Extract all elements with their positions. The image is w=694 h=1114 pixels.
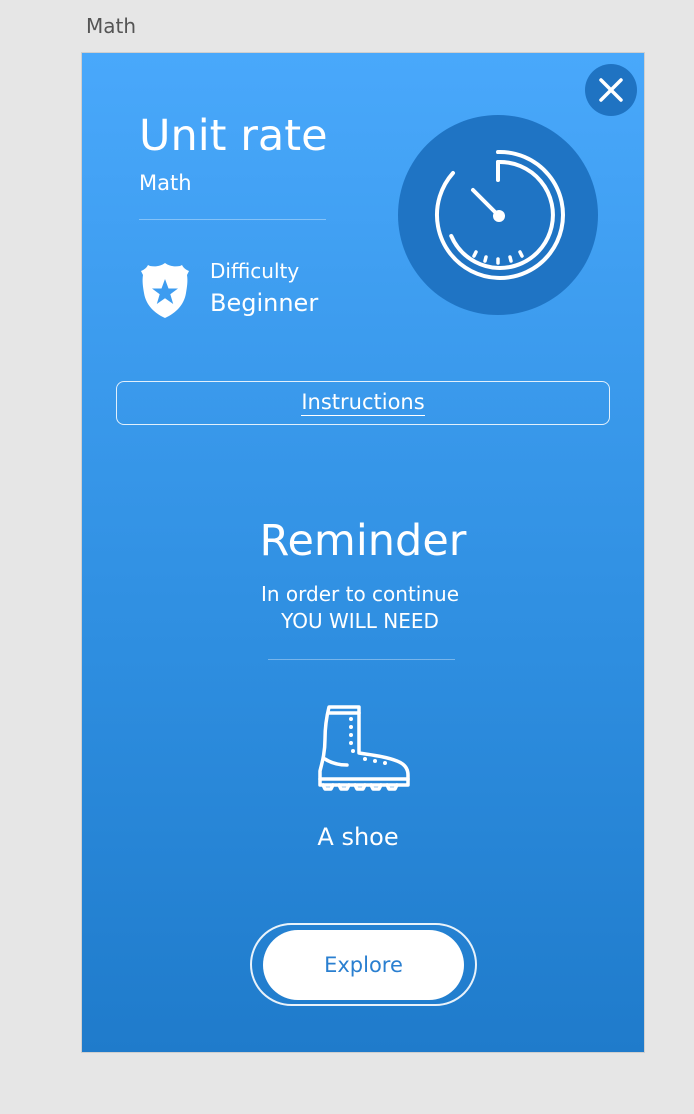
reminder-line-1: In order to continue bbox=[260, 582, 460, 606]
explore-button-ring: Explore bbox=[250, 923, 477, 1006]
stopwatch-timer-icon bbox=[434, 149, 565, 280]
required-item-name: A shoe bbox=[317, 823, 399, 851]
reminder-line-2: YOU WILL NEED bbox=[281, 609, 439, 633]
close-icon bbox=[599, 78, 623, 102]
divider bbox=[139, 219, 326, 220]
instructions-button[interactable]: Instructions bbox=[116, 381, 610, 425]
close-button[interactable] bbox=[585, 64, 637, 116]
police-badge-star-icon bbox=[141, 263, 189, 318]
boot-icon bbox=[318, 705, 410, 791]
artboard-label: Math bbox=[86, 14, 137, 38]
instructions-label: Instructions bbox=[301, 390, 425, 416]
difficulty-label: Difficulty bbox=[210, 259, 300, 283]
timer-badge bbox=[398, 115, 598, 315]
reminder-heading: Reminder bbox=[259, 516, 467, 566]
reminder-message: In order to continue YOU WILL NEED bbox=[82, 581, 638, 635]
activity-title: Unit rate bbox=[139, 111, 328, 161]
activity-card: Unit rate Math Difficulty Beginner Instr… bbox=[81, 52, 645, 1053]
difficulty-value: Beginner bbox=[210, 289, 319, 317]
divider bbox=[268, 659, 455, 660]
explore-button[interactable]: Explore bbox=[263, 929, 464, 1000]
activity-subject: Math bbox=[139, 171, 192, 195]
